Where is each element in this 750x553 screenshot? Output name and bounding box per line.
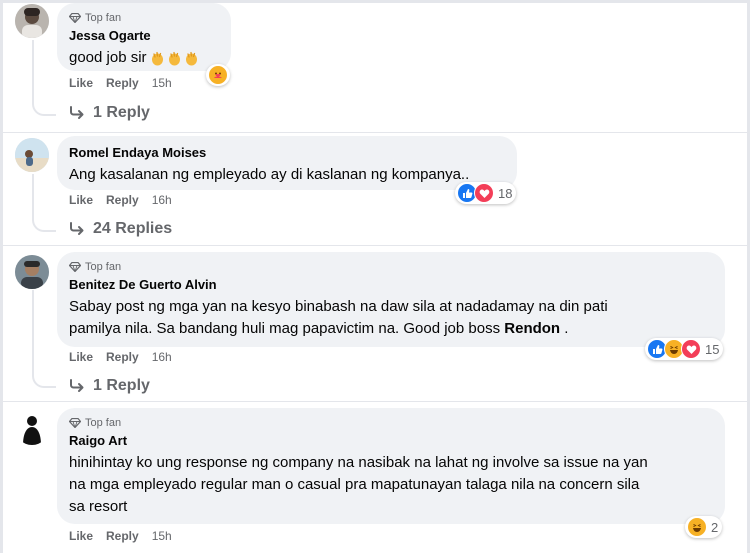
comment-author[interactable]: Benitez De Guerto Alvin (69, 276, 713, 293)
comment-bubble: Top fan Benitez De Guerto Alvin Sabay po… (57, 252, 725, 347)
thread-line (32, 174, 34, 218)
reaction-summary[interactable]: 2 (685, 516, 723, 538)
comment-text: hinihintay ko ung response ng company na… (69, 452, 713, 518)
reaction-summary[interactable]: 15 (645, 338, 724, 360)
comment-text-segment: pamilya nila. Sa bandang huli mag papavi… (69, 320, 505, 337)
love-icon (681, 339, 701, 359)
like-button[interactable]: Like (69, 529, 93, 543)
thread-connector (32, 374, 56, 388)
care-icon (208, 65, 228, 85)
comment-text: good job sir (69, 49, 147, 66)
like-button[interactable]: Like (69, 350, 93, 364)
reaction-count: 2 (711, 519, 719, 535)
badge-label: Top fan (85, 417, 122, 429)
view-replies-button[interactable]: 24 Replies (69, 220, 172, 238)
comment-text-line: pamilya nila. Sa bandang huli mag papavi… (69, 318, 713, 340)
view-replies-button[interactable]: 1 Reply (69, 377, 150, 395)
comment-bubble: Top fan Raigo Art hinihintay ko ung resp… (57, 408, 725, 524)
reply-button[interactable]: Reply (106, 193, 139, 207)
avatar[interactable] (15, 138, 49, 172)
diamond-icon (69, 13, 81, 23)
comment-divider (2, 401, 748, 402)
badge-label: Top fan (85, 12, 122, 24)
comment-author[interactable]: Raigo Art (69, 432, 713, 449)
top-fan-badge: Top fan (69, 416, 713, 430)
diamond-icon (69, 418, 81, 428)
reply-button[interactable]: Reply (106, 76, 139, 90)
reply-arrow-icon (70, 222, 84, 235)
comment-divider (2, 132, 748, 133)
timestamp[interactable]: 15h (152, 76, 172, 90)
comment-actions: Like Reply 16h (69, 193, 172, 207)
replies-label: 24 Replies (93, 220, 173, 237)
comment-text-row: good job sir (69, 47, 219, 69)
avatar[interactable] (15, 255, 49, 289)
comment-divider (2, 245, 748, 246)
timestamp[interactable]: 15h (152, 529, 172, 543)
comment-author[interactable]: Jessa Ogarte (69, 27, 219, 44)
comment-actions: Like Reply 15h (69, 76, 172, 90)
avatar[interactable] (15, 411, 49, 445)
comment-bubble: Romel Endaya Moises Ang kasalanan ng emp… (57, 136, 517, 190)
clap-emojis (149, 50, 200, 67)
reply-button[interactable]: Reply (106, 350, 139, 364)
thread-line (32, 40, 34, 102)
like-button[interactable]: Like (69, 193, 93, 207)
diamond-icon (69, 262, 81, 272)
reply-arrow-icon (70, 379, 84, 392)
top-fan-badge: Top fan (69, 11, 219, 25)
comment-actions: Like Reply 16h (69, 350, 172, 364)
timestamp[interactable]: 16h (152, 350, 172, 364)
comment-bubble: Top fan Jessa Ogarte good job sir (57, 3, 231, 71)
comment-text-segment: . (560, 320, 569, 337)
replies-label: 1 Reply (93, 104, 150, 121)
mention-tag[interactable]: Rendon (504, 320, 560, 337)
haha-icon (687, 517, 707, 537)
love-icon (474, 183, 494, 203)
reply-button[interactable]: Reply (106, 529, 139, 543)
reaction-summary[interactable]: 18 (455, 182, 517, 204)
comment-text-line: sa resort (69, 498, 128, 515)
badge-label: Top fan (85, 261, 122, 273)
thread-connector (32, 102, 56, 116)
replies-label: 1 Reply (93, 377, 150, 394)
top-fan-badge: Top fan (69, 260, 713, 274)
avatar[interactable] (15, 4, 49, 38)
thread-line (32, 290, 34, 374)
comment-text: Sabay post ng mga yan na kesyo binabash … (69, 296, 713, 340)
comment-text-line: hinihintay ko ung response ng company na… (69, 454, 648, 471)
reply-arrow-icon (70, 106, 84, 119)
comment-author[interactable]: Romel Endaya Moises (69, 144, 505, 161)
timestamp[interactable]: 16h (152, 193, 172, 207)
reaction-count: 15 (705, 341, 720, 357)
view-replies-button[interactable]: 1 Reply (69, 104, 150, 122)
frame-border-left (0, 0, 3, 553)
clap-emoji (168, 51, 180, 65)
reaction-summary[interactable] (206, 64, 230, 86)
thread-connector (32, 218, 56, 232)
comment-actions: Like Reply 15h (69, 529, 172, 543)
comment-text-line: na mga empleyado regular man o casual pr… (69, 476, 640, 493)
like-button[interactable]: Like (69, 76, 93, 90)
clap-emoji (151, 51, 163, 65)
comment-text-line: Sabay post ng mga yan na kesyo binabash … (69, 298, 608, 315)
reaction-count: 18 (498, 185, 513, 201)
comment-text: Ang kasalanan ng empleyado ay di kaslana… (69, 166, 470, 183)
clap-emoji (185, 51, 197, 65)
